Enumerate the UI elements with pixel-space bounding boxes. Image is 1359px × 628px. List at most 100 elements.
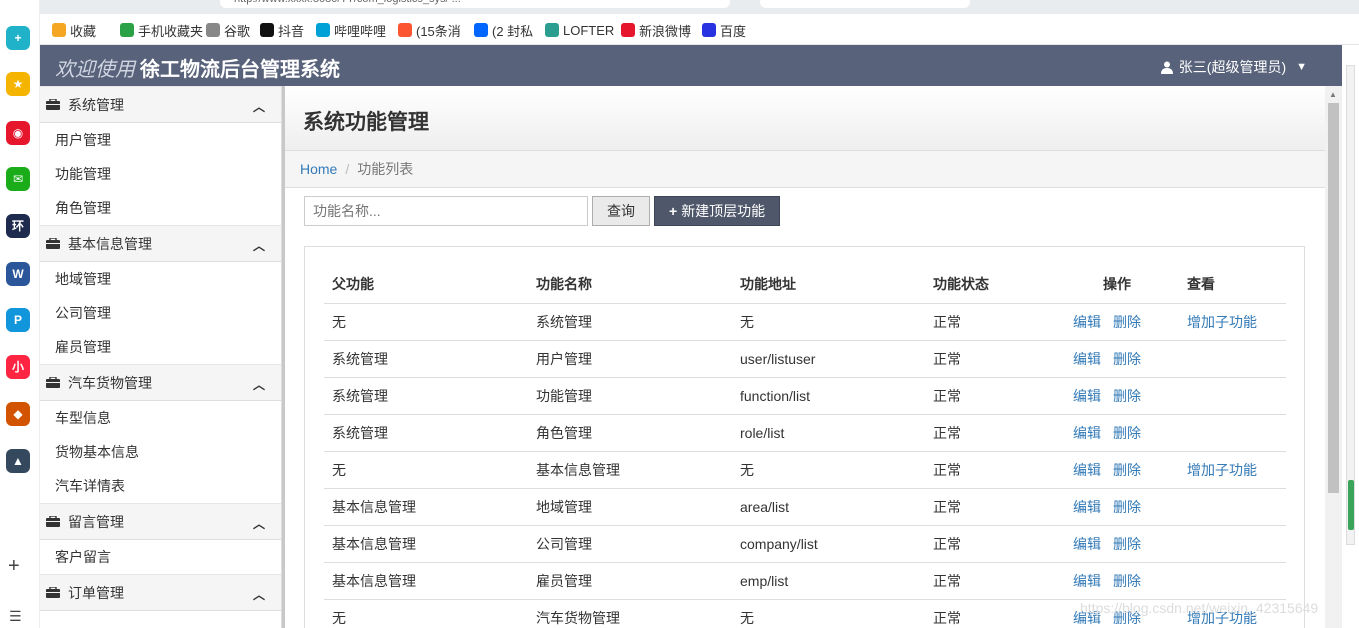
edit-link[interactable]: 编辑: [1073, 573, 1101, 589]
sidebar-item[interactable]: 车型信息: [40, 401, 281, 435]
delete-link[interactable]: 删除: [1113, 573, 1141, 589]
cell-actions: 编辑 删除: [1073, 451, 1179, 489]
bookmark-item[interactable]: 哔哩哔哩: [316, 21, 386, 39]
add-child-function-link[interactable]: 增加子功能: [1187, 314, 1257, 330]
cell-name: 用户管理: [528, 340, 732, 378]
lofter-icon: [545, 23, 559, 37]
breadcrumb-home-link[interactable]: Home: [300, 161, 337, 177]
bookmark-item[interactable]: (15条消: [398, 21, 461, 39]
app-mail-icon[interactable]: ✉: [6, 167, 30, 191]
sidebar-group-header[interactable]: 订单管理 ︿: [40, 574, 281, 611]
cell-view: [1179, 488, 1286, 526]
breadcrumb-current: 功能列表: [357, 161, 414, 177]
bookmark-item[interactable]: LOFTER: [545, 21, 614, 39]
delete-link[interactable]: 删除: [1113, 314, 1141, 330]
table-row: 系统管理 功能管理 function/list 正常 编辑 删除: [324, 377, 1286, 415]
system-title: 徐工物流后台管理系统: [140, 57, 340, 81]
cell-parent: 无: [324, 451, 528, 489]
sidebar-item[interactable]: 地域管理: [40, 262, 281, 296]
scroll-up-icon[interactable]: ▲: [1329, 90, 1337, 99]
cell-name: 角色管理: [528, 414, 732, 452]
breadcrumb: Home / 功能列表: [285, 151, 1325, 188]
browser-page-scrollbar[interactable]: [1342, 45, 1359, 628]
phone-icon: [120, 23, 134, 37]
add-child-function-link[interactable]: 增加子功能: [1187, 462, 1257, 478]
bookmark-item[interactable]: 新浪微博: [621, 21, 691, 39]
delete-link[interactable]: 删除: [1113, 351, 1141, 367]
bookmark-item[interactable]: 手机收藏夹: [120, 21, 203, 39]
column-header-name: 功能名称: [528, 266, 732, 304]
main-scrollbar[interactable]: ▲: [1325, 86, 1342, 628]
delete-link[interactable]: 删除: [1113, 425, 1141, 441]
cell-parent: 系统管理: [324, 377, 528, 415]
edit-link[interactable]: 编辑: [1073, 462, 1101, 478]
briefcase-icon: [46, 238, 60, 249]
sidebar-group-header[interactable]: 系统管理 ︿: [40, 86, 281, 123]
app-news-icon[interactable]: 环: [6, 214, 30, 238]
delete-link[interactable]: 删除: [1113, 388, 1141, 404]
app-plus-icon[interactable]: +: [6, 26, 30, 50]
sidebar-item[interactable]: 用户管理: [40, 123, 281, 157]
edit-link[interactable]: 编辑: [1073, 314, 1101, 330]
sidebar-group-header[interactable]: 留言管理 ︿: [40, 503, 281, 540]
table-row: 系统管理 用户管理 user/listuser 正常 编辑 删除: [324, 340, 1286, 378]
bookmark-item[interactable]: 收藏: [52, 21, 96, 39]
add-app-icon[interactable]: +: [8, 555, 20, 578]
cell-url: user/listuser: [732, 340, 925, 378]
bookmark-item[interactable]: (2 封私: [474, 21, 533, 39]
cell-view: [1179, 377, 1286, 415]
cell-status: 正常: [925, 377, 1073, 415]
bookmark-item[interactable]: 抖音: [260, 21, 304, 39]
cell-actions: 编辑 删除: [1073, 562, 1179, 600]
sidebar-item[interactable]: 角色管理: [40, 191, 281, 225]
address-bar[interactable]: http://www.xxxx:8080/TT/com_logistics_sy…: [220, 0, 730, 8]
bookmark-label: 手机收藏夹: [138, 23, 204, 39]
edit-link[interactable]: 编辑: [1073, 536, 1101, 552]
function-name-search-input[interactable]: [304, 196, 588, 226]
sidebar-group-header[interactable]: 基本信息管理 ︿: [40, 225, 281, 262]
app-doc-icon[interactable]: W: [6, 262, 30, 286]
app-game2-icon[interactable]: ▲: [6, 449, 30, 473]
sidebar-item[interactable]: 雇员管理: [40, 330, 281, 364]
cell-parent: 系统管理: [324, 340, 528, 378]
sidebar-group-title: 系统管理: [68, 96, 124, 113]
edit-link[interactable]: 编辑: [1073, 425, 1101, 441]
cell-url: function/list: [732, 377, 925, 415]
sidebar-item[interactable]: 公司管理: [40, 296, 281, 330]
page-title: 系统功能管理: [303, 110, 429, 134]
browser-search-box[interactable]: [760, 0, 970, 8]
page-header: 系统功能管理: [285, 86, 1325, 151]
sidebar-group-header[interactable]: 汽车货物管理 ︿: [40, 364, 281, 401]
bookmark-item[interactable]: 谷歌: [206, 21, 250, 39]
chevron-up-icon: ︿: [252, 588, 265, 602]
sidebar-item[interactable]: 货物基本信息: [40, 435, 281, 469]
menu-icon[interactable]: ☰: [9, 608, 22, 625]
edit-link[interactable]: 编辑: [1073, 351, 1101, 367]
chevron-down-icon: ▼: [1296, 61, 1307, 73]
cell-actions: 编辑 删除: [1073, 377, 1179, 415]
new-top-function-button[interactable]: + 新建顶层功能: [654, 196, 781, 226]
delete-link[interactable]: 删除: [1113, 462, 1141, 478]
briefcase-icon: [46, 516, 60, 527]
app-xhs-icon[interactable]: 小: [6, 355, 30, 379]
sidebar-item[interactable]: 客户留言: [40, 540, 281, 574]
app-star-icon[interactable]: ★: [6, 72, 30, 96]
bookmark-label: (2 封私: [492, 23, 534, 39]
app-weibo-icon[interactable]: ◉: [6, 121, 30, 145]
edit-link[interactable]: 编辑: [1073, 499, 1101, 515]
cell-status: 正常: [925, 340, 1073, 378]
delete-link[interactable]: 删除: [1113, 536, 1141, 552]
query-button[interactable]: 查询: [592, 196, 650, 226]
user-icon: [1160, 61, 1173, 74]
user-menu[interactable]: 张三(超级管理员) ▼: [1160, 57, 1307, 77]
bookmark-item[interactable]: 百度: [702, 21, 746, 39]
sidebar-item[interactable]: 功能管理: [40, 157, 281, 191]
edit-link[interactable]: 编辑: [1073, 388, 1101, 404]
scrollbar-thumb[interactable]: [1328, 103, 1339, 493]
delete-link[interactable]: 删除: [1113, 499, 1141, 515]
douyin-icon: [260, 23, 274, 37]
page-scroll-thumb[interactable]: [1348, 480, 1354, 530]
sidebar-item[interactable]: 汽车详情表: [40, 469, 281, 503]
app-p-icon[interactable]: P: [6, 308, 30, 332]
app-game1-icon[interactable]: ◆: [6, 402, 30, 426]
